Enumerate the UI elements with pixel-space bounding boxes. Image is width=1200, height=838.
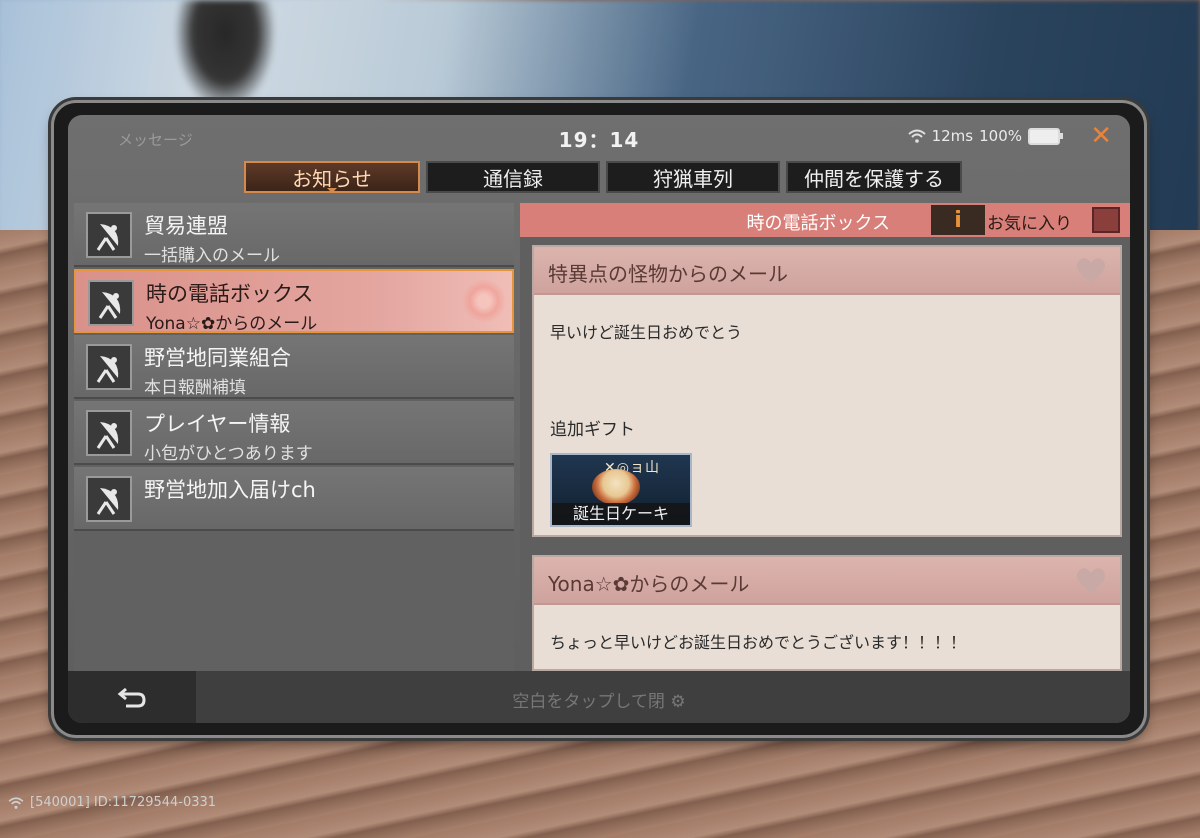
gift-item[interactable]: ✕◎ョ山 誕生日ケーキ xyxy=(550,453,692,527)
tab-contacts[interactable]: 通信録 xyxy=(426,161,600,193)
tab-notices[interactable]: お知らせ xyxy=(244,161,420,193)
phone-device-frame: メッセージ 19：14 12ms 100% ✕ お知らせ 通信録 狩猟車列 仲間… xyxy=(54,103,1144,735)
list-item-selected[interactable]: 時の電話ボックス Yona☆✿からのメール xyxy=(74,269,514,334)
favorite-label: お気に入り xyxy=(987,214,1072,234)
footer-id: [540001] ID:11729544-0331 xyxy=(8,795,216,810)
list-item-title: プレイヤー情報 xyxy=(144,412,291,436)
gift-label: 追加ギフト xyxy=(550,420,635,440)
favorite-checkbox[interactable] xyxy=(1092,207,1120,233)
mail-body: 早いけど誕生日おめでとう xyxy=(550,323,743,342)
battery-icon xyxy=(1028,127,1063,145)
tab-hunting-convoy[interactable]: 狩猟車列 xyxy=(606,161,780,193)
tab-protect-companions[interactable]: 仲間を保護する xyxy=(786,161,962,193)
mail-header: Yona☆✿からのメール xyxy=(534,557,1120,605)
flower-decoration-icon xyxy=(462,279,506,323)
mail-card: Yona☆✿からのメール ちょっと早いけどお誕生日おめでとうございます！！！！ xyxy=(532,555,1122,671)
satellite-dish-icon xyxy=(86,476,132,522)
list-item-title: 時の電話ボックス xyxy=(146,282,314,306)
list-item-subtitle: 小包がひとつあります xyxy=(144,444,313,464)
list-item[interactable]: プレイヤー情報 小包がひとつあります xyxy=(74,401,514,465)
mail-title: 特異点の怪物からのメール xyxy=(548,262,788,286)
heart-icon[interactable] xyxy=(1074,565,1108,595)
list-item-subtitle: 一括購入のメール xyxy=(144,246,280,266)
satellite-dish-icon xyxy=(86,212,132,258)
status-indicators: 12ms 100% xyxy=(907,127,1063,145)
satellite-dish-icon xyxy=(86,344,132,390)
close-button[interactable]: ✕ xyxy=(1090,123,1112,149)
battery-percent: 100% xyxy=(979,127,1022,145)
mail-detail-panel: 時の電話ボックス i お気に入り 特異点の怪物からのメール 早いけど誕生日おめで… xyxy=(520,203,1130,671)
satellite-dish-icon xyxy=(88,280,134,326)
detail-header: 時の電話ボックス i お気に入り xyxy=(520,203,1130,237)
mail-title: Yona☆✿からのメール xyxy=(548,572,750,596)
list-item[interactable]: 野営地加入届けch xyxy=(74,467,514,531)
sender-list: 貿易連盟 一括購入のメール 時の電話ボックス Yona☆✿からのメール 野営地同… xyxy=(74,203,514,671)
ping-value: 12ms xyxy=(931,127,974,145)
list-item[interactable]: 貿易連盟 一括購入のメール xyxy=(74,203,514,267)
list-item-title: 貿易連盟 xyxy=(144,214,228,238)
message-screen: メッセージ 19：14 12ms 100% ✕ お知らせ 通信録 狩猟車列 仲間… xyxy=(68,115,1130,723)
mail-card: 特異点の怪物からのメール 早いけど誕生日おめでとう 追加ギフト ✕◎ョ山 誕生日… xyxy=(532,245,1122,537)
status-bar: メッセージ 19：14 12ms 100% ✕ xyxy=(68,115,1130,155)
cake-icon xyxy=(592,469,640,505)
list-item-title: 野営地加入届けch xyxy=(144,478,316,502)
mail-header: 特異点の怪物からのメール xyxy=(534,247,1120,295)
satellite-dish-icon xyxy=(86,410,132,456)
tap-to-close-hint[interactable]: 空白をタップして閉 ⚙ xyxy=(68,687,1130,712)
list-item[interactable]: 野営地同業組合 本日報酬補填 xyxy=(74,335,514,399)
tab-bar: お知らせ 通信録 狩猟車列 仲間を保護する xyxy=(244,161,962,193)
info-icon[interactable]: i xyxy=(931,205,985,235)
list-item-title: 野営地同業組合 xyxy=(144,346,291,370)
wifi-icon xyxy=(8,796,24,809)
gift-name: 誕生日ケーキ xyxy=(552,503,690,525)
detail-header-title: 時の電話ボックス xyxy=(746,213,890,234)
mail-body: ちょっと早いけどお誕生日おめでとうございます！！！！ xyxy=(550,633,967,652)
footer-id-text: [540001] ID:11729544-0331 xyxy=(30,795,217,810)
list-item-subtitle: Yona☆✿からのメール xyxy=(146,314,318,334)
list-item-subtitle: 本日報酬補填 xyxy=(144,378,246,398)
wifi-icon xyxy=(907,129,926,143)
heart-icon[interactable] xyxy=(1074,255,1108,285)
bottom-bar: 空白をタップして閉 ⚙ xyxy=(68,671,1130,723)
